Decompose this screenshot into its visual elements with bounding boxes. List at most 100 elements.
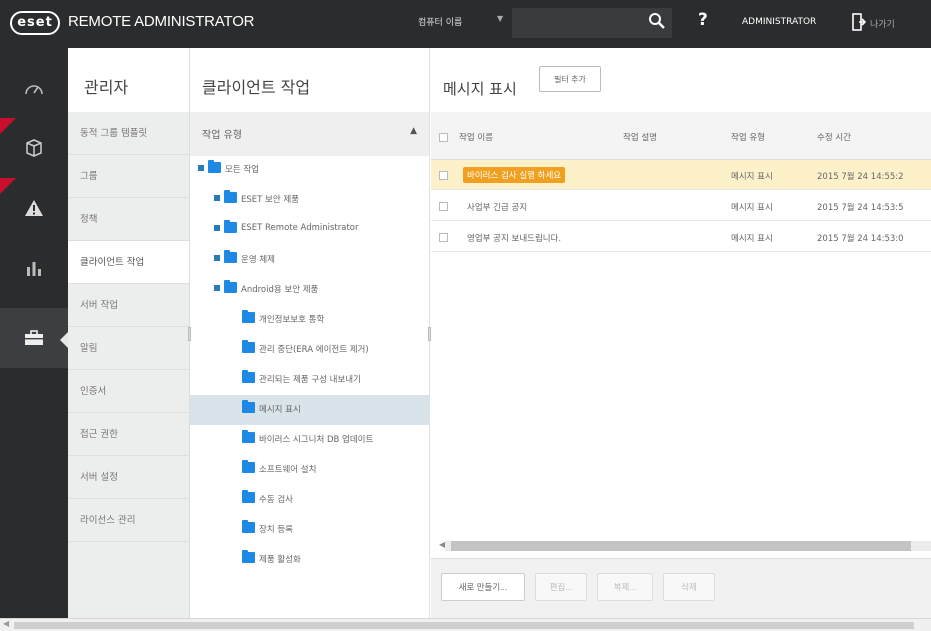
page-horizontal-scrollbar[interactable]: ◀ [0,618,931,631]
table-horizontal-scrollbar[interactable]: ◀ [439,540,931,552]
category-item[interactable]: 알림 [68,327,189,370]
main-content: 메시지 표시 필터 추가 작업 이름 작업 설명 작업 유형 수정 시간 바이러… [431,48,931,618]
row-checkbox[interactable] [439,202,448,211]
duplicate-button[interactable]: 복제... [597,573,653,601]
table-row[interactable]: 영업부 공지 보내드립니다. 메시지 표시 2015 7월 24 14:53:0 [431,222,931,252]
task-tree-panel: 클라이언트 작업 작업 유형 ▲ 모든 작업 ESET 보안 제품 ESET Rem… [190,48,430,618]
alert-badge [0,118,16,134]
chevron-down-icon[interactable]: ▼ [497,14,503,23]
panel-resize-handle[interactable] [188,327,191,341]
folder-icon [242,520,255,533]
tree-node[interactable]: 관리 중단(ERA 에이전트 제거) [190,335,430,365]
scroll-left-icon[interactable]: ◀ [3,619,9,628]
tree-node-label: 수동 검사 [259,495,293,505]
folder-icon [242,370,255,383]
rail-item-reports[interactable] [0,238,68,298]
tree-node-label: ESET 보안 제품 [241,195,300,205]
sort-caret-icon[interactable]: ▲ [410,126,417,136]
task-type-label: 작업 유형 [202,130,242,141]
category-item[interactable]: 라이선스 관리 [68,499,189,542]
category-item[interactable]: 동적 그룹 템플릿 [68,112,189,155]
folder-icon [242,490,255,503]
task-type-cell: 메시지 표시 [731,172,773,182]
eset-logo: eset [10,11,60,35]
folder-icon [242,550,255,563]
tree-node[interactable]: 장치 등록 [190,515,430,545]
select-all-checkbox[interactable] [439,133,448,142]
collapse-toggle-icon[interactable] [214,225,220,231]
tree-node[interactable]: 바이러스 시그니처 DB 업데이트 [190,425,430,455]
task-name-cell: 영업부 공지 보내드립니다. [467,234,562,244]
category-item[interactable]: 접근 권한 [68,413,189,456]
tree-node-label: 모든 작업 [225,165,259,175]
table-header: 작업 이름 작업 설명 작업 유형 수정 시간 [431,112,931,160]
folder-icon [242,400,255,413]
task-type-header[interactable]: 작업 유형 ▲ [190,112,429,156]
folder-icon [208,160,221,173]
tree-node-label: Android용 보안 제품 [241,285,319,295]
help-button[interactable]: ? [698,10,708,30]
action-bar: 새로 만들기... 편집... 복제... 삭제 [431,558,931,618]
logout-button[interactable]: 나가기 [870,17,895,30]
tree-node[interactable]: 제품 활성화 [190,545,430,575]
search-icon[interactable] [648,12,666,30]
add-filter-button[interactable]: 필터 추가 [539,66,601,92]
column-header[interactable]: 작업 이름 [459,131,493,143]
page-title: 메시지 표시 [443,80,517,98]
rail-item-computers[interactable] [0,118,68,178]
tree-node-label: 관리되는 제품 구성 내보내기 [259,375,361,385]
tree-node[interactable]: Android용 보안 제품 [190,275,430,305]
tree-node[interactable]: 운영 체제 [190,245,430,275]
computer-cube-icon [26,139,42,157]
category-item[interactable]: 클라이언트 작업 [68,241,189,284]
table-row[interactable]: 바이러스 검사 실행 하세요 메시지 표시 2015 7월 24 14:55:2 [431,160,931,190]
collapse-toggle-icon[interactable] [214,285,220,291]
dashboard-icon [25,85,43,95]
tree-node[interactable]: 수동 검사 [190,485,430,515]
tree-node[interactable]: 모든 작업 [190,155,430,185]
icon-rail [0,48,68,618]
rail-item-admin[interactable] [0,308,68,368]
edit-button[interactable]: 편집... [535,573,587,601]
tree-node[interactable]: ESET 보안 제품 [190,185,430,215]
category-item[interactable]: 정책 [68,198,189,241]
task-type-cell: 메시지 표시 [731,234,773,244]
tree-node[interactable]: 메시지 표시 [190,395,430,425]
top-bar: eset REMOTE ADMINISTRATOR 컴퓨터 이름 ▼ ? ADM… [0,0,931,48]
folder-icon [224,250,237,263]
column-header[interactable]: 작업 유형 [731,131,765,143]
row-checkbox[interactable] [439,233,448,242]
table-row[interactable]: 사업부 긴급 공지 메시지 표시 2015 7월 24 14:53:5 [431,191,931,221]
tree-node-label: 바이러스 시그니처 DB 업데이트 [259,435,374,445]
tree-node[interactable]: 관리되는 제품 구성 내보내기 [190,365,430,395]
computer-name-dropdown[interactable]: 컴퓨터 이름 [418,15,462,28]
collapse-toggle-icon[interactable] [214,195,220,201]
folder-icon [242,430,255,443]
rail-item-threats[interactable] [0,178,68,238]
tree-node-label: ESET Remote Administrator [241,223,359,233]
user-menu[interactable]: ADMINISTRATOR [742,17,816,27]
folder-icon [242,340,255,353]
task-type-cell: 메시지 표시 [731,203,773,213]
column-header[interactable]: 수정 시간 [817,131,851,143]
rail-item-dashboard[interactable] [0,58,68,118]
new-task-button[interactable]: 새로 만들기... [441,573,525,601]
bar-chart-icon [27,262,41,276]
collapse-toggle-icon[interactable] [198,165,204,171]
tree-node-label: 장치 등록 [259,525,293,535]
tree-node[interactable]: 개인정보보호 통학 [190,305,430,335]
row-checkbox[interactable] [439,171,448,180]
delete-button[interactable]: 삭제 [663,573,715,601]
category-item[interactable]: 인증서 [68,370,189,413]
column-header[interactable]: 작업 설명 [623,131,657,143]
category-item[interactable]: 서버 설정 [68,456,189,499]
tree-node[interactable]: 소프트웨어 설치 [190,455,430,485]
logout-icon[interactable] [852,13,866,31]
tree-panel-title: 클라이언트 작업 [190,48,429,112]
collapse-toggle-icon[interactable] [214,255,220,261]
task-name-cell: 바이러스 검사 실행 하세요 [463,167,566,183]
category-item[interactable]: 그룹 [68,155,189,198]
tree-node[interactable]: ESET Remote Administrator [190,215,430,245]
category-panel-title: 관리자 [68,48,189,112]
category-item[interactable]: 서버 작업 [68,284,189,327]
